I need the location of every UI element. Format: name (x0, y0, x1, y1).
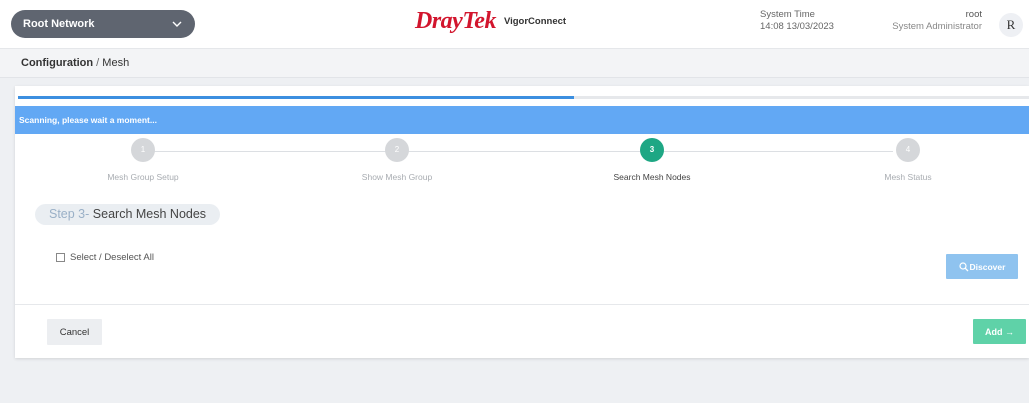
step-1-label: Mesh Group Setup (107, 172, 179, 182)
step-title-prefix: Step 3- (49, 207, 90, 221)
stepper-line (146, 151, 893, 152)
step-1-circle: 1 (131, 138, 155, 162)
step-2-label: Show Mesh Group (361, 172, 433, 182)
user-role: System Administrator (892, 21, 982, 32)
user-name: root (965, 9, 982, 20)
discover-button[interactable]: Discover (946, 254, 1018, 279)
add-button[interactable]: Add → (973, 319, 1026, 344)
select-all-label: Select / Deselect All (70, 252, 154, 263)
breadcrumb-page: Mesh (102, 57, 130, 69)
progress-bar (18, 96, 1029, 99)
network-select[interactable]: Root Network (11, 10, 195, 38)
step-4-label: Mesh Status (884, 172, 932, 182)
step-4-circle: 4 (896, 138, 920, 162)
breadcrumb-section[interactable]: Configuration (21, 57, 93, 69)
breadcrumb: Configuration / Mesh (21, 57, 129, 69)
step-2-circle: 2 (385, 138, 409, 162)
discover-label: Discover (969, 261, 1006, 272)
system-time: System Time 14:08 13/03/2023 (760, 9, 834, 33)
cancel-button[interactable]: Cancel (47, 319, 102, 345)
avatar[interactable]: R (999, 13, 1023, 37)
step-3-circle: 3 (640, 138, 664, 162)
step-1: 1 Mesh Group Setup (63, 138, 223, 182)
scanning-banner: Scanning, please wait a moment... (15, 106, 1029, 134)
chevron-down-icon (172, 21, 182, 27)
top-header: Root Network DrayTek VigorConnect System… (0, 0, 1029, 48)
logo-dray: Dray (415, 8, 463, 34)
footer-divider (15, 304, 1029, 305)
system-time-value: 14:08 13/03/2023 (760, 21, 834, 32)
mesh-wizard-card: Scanning, please wait a moment... 1 Mesh… (15, 86, 1029, 358)
select-all-checkbox[interactable] (56, 253, 65, 262)
system-time-label: System Time (760, 9, 815, 20)
progress-fill (18, 96, 575, 99)
logo-tek: Tek (462, 8, 496, 34)
search-icon (958, 261, 968, 271)
select-all-toggle[interactable]: Select / Deselect All (56, 252, 154, 263)
breadcrumb-separator: / (96, 57, 100, 69)
breadcrumb-bar: Configuration / Mesh (0, 48, 1029, 78)
step-3: 3 Search Mesh Nodes (572, 138, 732, 182)
step-4: 4 Mesh Status (828, 138, 988, 182)
network-select-label: Root Network (23, 18, 95, 30)
step-2: 2 Show Mesh Group (317, 138, 477, 182)
step-3-label: Search Mesh Nodes (613, 172, 691, 182)
brand-logo: DrayTek VigorConnect (415, 8, 566, 35)
wizard-stepper: 1 Mesh Group Setup 2 Show Mesh Group 3 S… (15, 138, 1029, 182)
user-info: root System Administrator (892, 9, 982, 33)
step-title: Step 3- Search Mesh Nodes (35, 204, 221, 225)
step-title-text: Search Mesh Nodes (92, 207, 207, 221)
product-name: VigorConnect (503, 16, 567, 27)
draytek-logo: DrayTek (415, 8, 496, 35)
